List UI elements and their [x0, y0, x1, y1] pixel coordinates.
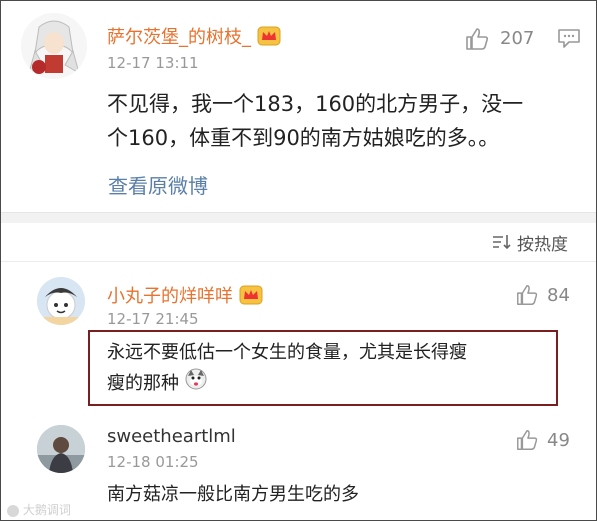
thumbs-up-icon: [515, 283, 539, 311]
comment-username[interactable]: 小丸子的烊咩咩: [107, 282, 263, 310]
comment-username[interactable]: 萨尔茨堡_的树枝_: [107, 23, 281, 51]
weibo-logo-icon: [7, 504, 19, 517]
reply-button[interactable]: [557, 27, 583, 51]
content-line: 瘦的那种: [107, 368, 547, 400]
photo-avatar-icon: [37, 425, 85, 473]
sort-bar: 按热度: [1, 223, 596, 262]
content-text: 瘦的那种: [107, 373, 179, 394]
avatar[interactable]: [37, 277, 85, 325]
sort-icon: [491, 232, 513, 256]
username-text[interactable]: 萨尔茨堡_的树枝_: [107, 27, 251, 48]
watermark-text: 大鹅调词: [22, 503, 71, 517]
username-text[interactable]: 小丸子的烊咩咩: [107, 286, 233, 307]
avatar[interactable]: [37, 425, 85, 473]
husky-emoji-icon: [185, 368, 207, 400]
like-button[interactable]: 49: [515, 428, 585, 456]
view-original-weibo-link[interactable]: 查看原微博: [108, 170, 208, 199]
like-count: 49: [547, 430, 570, 451]
like-count: 84: [547, 285, 570, 306]
crown-badge-icon: [257, 26, 281, 51]
comment-username[interactable]: sweetheartlml: [107, 426, 236, 447]
content-line: 个160，体重不到90的南方姑娘吃的多。。: [107, 126, 500, 150]
comment-time: 12-18 01:25: [107, 453, 199, 471]
anime-avatar-icon: [21, 13, 87, 79]
comment-time: 12-17 13:11: [107, 54, 199, 72]
comment-content: 永远不要低估一个女生的食量，尤其是长得瘦 瘦的那种: [107, 338, 547, 400]
weibo-comments-screenshot: 萨尔茨堡_的树枝_ 12-17 13:11 207 不见得，我一个183，160…: [0, 0, 597, 521]
avatar[interactable]: [21, 13, 87, 79]
comment-time: 12-17 21:45: [107, 310, 199, 328]
sort-label[interactable]: 按热度: [517, 230, 568, 255]
original-comment-section: 萨尔茨堡_的树枝_ 12-17 13:11 207 不见得，我一个183，160…: [1, 1, 596, 212]
thumbs-up-icon: [464, 26, 490, 56]
content-line: 永远不要低估一个女生的食量，尤其是长得瘦: [107, 342, 467, 363]
content-line: 不见得，我一个183，160的北方男子，没一: [107, 92, 524, 116]
watermark: 大鹅调词: [7, 501, 71, 518]
like-button[interactable]: 207: [464, 25, 544, 55]
comment-content: 南方菇凉一般比南方男生吃的多: [107, 484, 359, 505]
cartoon-avatar-icon: [37, 277, 85, 325]
comment-content: 不见得，我一个183，160的北方男子，没一 个160，体重不到90的南方姑娘吃…: [107, 87, 577, 155]
thumbs-up-icon: [515, 428, 539, 456]
comment-bubble-icon: [558, 29, 580, 48]
like-count: 207: [500, 28, 535, 49]
crown-badge-icon: [239, 285, 263, 310]
like-button[interactable]: 84: [515, 283, 585, 311]
